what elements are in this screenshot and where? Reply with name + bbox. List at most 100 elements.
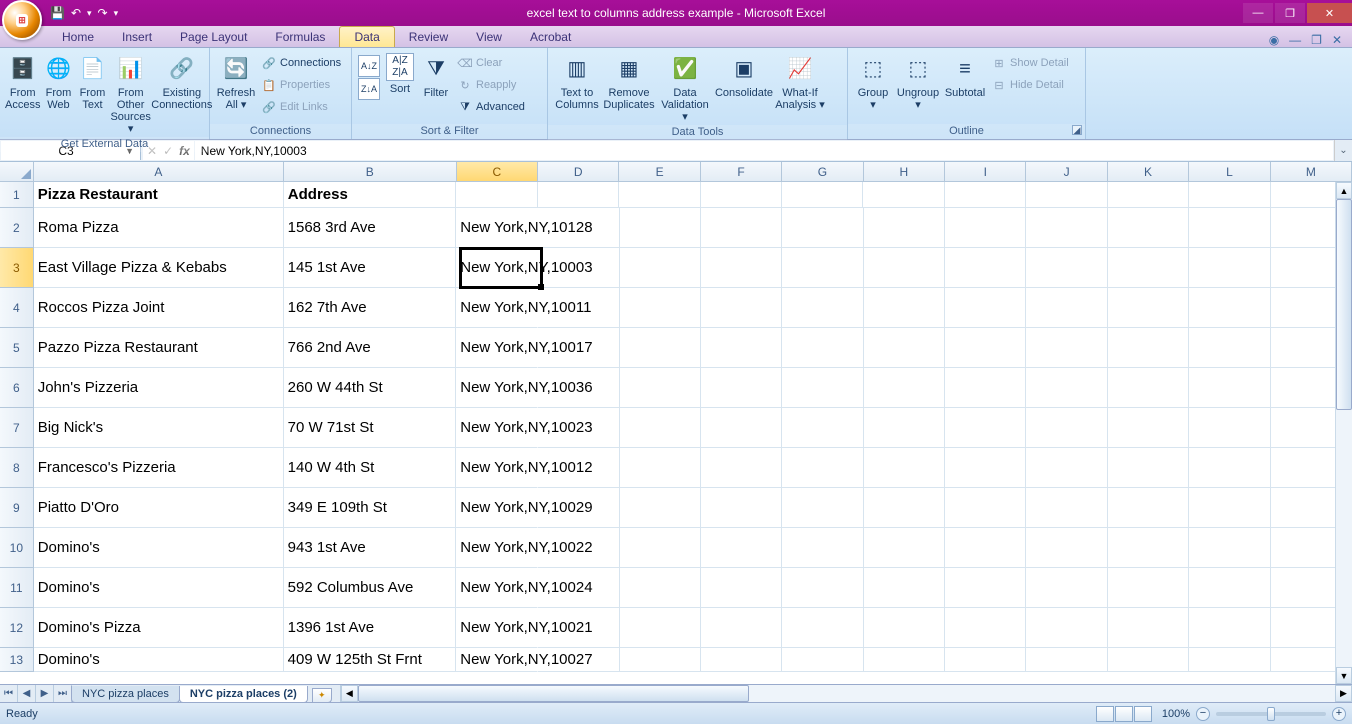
cell-F9[interactable] <box>701 488 782 528</box>
cell-D13[interactable] <box>538 648 619 672</box>
col-header-M[interactable]: M <box>1271 162 1352 181</box>
cell-J9[interactable] <box>1026 488 1107 528</box>
cell-J11[interactable] <box>1026 568 1107 608</box>
scroll-up-button[interactable]: ▲ <box>1336 182 1352 199</box>
cell-J8[interactable] <box>1026 448 1107 488</box>
spreadsheet-grid[interactable]: A B C D E F G H I J K L M 1Pizza Restaur… <box>0 162 1352 684</box>
cell-F2[interactable] <box>701 208 782 248</box>
cell-J10[interactable] <box>1026 528 1107 568</box>
remove-duplicates-button[interactable]: ▦Remove Duplicates <box>602 51 656 113</box>
cell-E3[interactable] <box>620 248 701 288</box>
cell-J3[interactable] <box>1026 248 1107 288</box>
cell-K7[interactable] <box>1108 408 1189 448</box>
cell-B9[interactable]: 349 E 109th St <box>284 488 457 528</box>
cell-B10[interactable]: 943 1st Ave <box>284 528 457 568</box>
cell-J1[interactable] <box>1026 182 1107 208</box>
cell-D8[interactable] <box>538 448 619 488</box>
col-header-C[interactable]: C <box>457 162 538 181</box>
view-page-layout-button[interactable] <box>1115 706 1133 722</box>
qat-undo-icon[interactable]: ↶ <box>71 6 81 20</box>
from-access-button[interactable]: 🗄️From Access <box>4 51 41 113</box>
close-button[interactable]: ✕ <box>1307 3 1352 23</box>
cell-J12[interactable] <box>1026 608 1107 648</box>
cell-L1[interactable] <box>1189 182 1270 208</box>
cell-D5[interactable] <box>538 328 619 368</box>
cell-L11[interactable] <box>1189 568 1270 608</box>
cell-C11[interactable]: New York,NY,10024 <box>456 568 538 608</box>
cell-G9[interactable] <box>782 488 863 528</box>
tab-review[interactable]: Review <box>395 27 462 47</box>
cell-G3[interactable] <box>782 248 863 288</box>
subtotal-button[interactable]: ≡Subtotal <box>942 51 988 101</box>
cell-B3[interactable]: 145 1st Ave <box>284 248 457 288</box>
minimize-ribbon-icon[interactable]: — <box>1289 33 1301 47</box>
cell-C8[interactable]: New York,NY,10012 <box>456 448 538 488</box>
cell-J4[interactable] <box>1026 288 1107 328</box>
cell-E12[interactable] <box>620 608 701 648</box>
cell-D6[interactable] <box>538 368 619 408</box>
tab-data[interactable]: Data <box>339 26 394 47</box>
sheet-nav-last-icon[interactable]: ⏭ <box>54 685 72 702</box>
cell-J2[interactable] <box>1026 208 1107 248</box>
new-sheet-button[interactable]: ✦ <box>312 688 332 703</box>
sheet-nav-prev-icon[interactable]: ◀ <box>18 685 36 702</box>
row-header-6[interactable]: 6 <box>0 368 34 408</box>
cell-G12[interactable] <box>782 608 863 648</box>
cell-I8[interactable] <box>945 448 1026 488</box>
connections-button[interactable]: 🔗Connections <box>262 53 341 73</box>
cell-G8[interactable] <box>782 448 863 488</box>
cell-F3[interactable] <box>701 248 782 288</box>
cell-L6[interactable] <box>1189 368 1270 408</box>
cell-L8[interactable] <box>1189 448 1270 488</box>
close-workbook-icon[interactable]: ✕ <box>1332 33 1342 47</box>
what-if-button[interactable]: 📈What-If Analysis ▾ <box>774 51 826 113</box>
col-header-L[interactable]: L <box>1189 162 1270 181</box>
cell-K9[interactable] <box>1108 488 1189 528</box>
view-page-break-button[interactable] <box>1134 706 1152 722</box>
cell-H10[interactable] <box>864 528 945 568</box>
cell-F6[interactable] <box>701 368 782 408</box>
cell-A7[interactable]: Big Nick's <box>34 408 284 448</box>
from-text-button[interactable]: 📄From Text <box>75 51 109 113</box>
cell-I10[interactable] <box>945 528 1026 568</box>
cell-F8[interactable] <box>701 448 782 488</box>
cell-E7[interactable] <box>620 408 701 448</box>
cell-D2[interactable] <box>538 208 619 248</box>
cell-D3[interactable] <box>538 248 619 288</box>
zoom-level[interactable]: 100% <box>1162 708 1190 720</box>
cell-G2[interactable] <box>782 208 863 248</box>
cell-I3[interactable] <box>945 248 1026 288</box>
qat-redo-icon[interactable]: ↷ <box>98 6 108 20</box>
cell-B12[interactable]: 1396 1st Ave <box>284 608 457 648</box>
formula-input[interactable] <box>201 144 1327 158</box>
cell-C13[interactable]: New York,NY,10027 <box>456 648 538 672</box>
sort-asc-button[interactable]: A↓Z <box>358 55 380 77</box>
advanced-filter-button[interactable]: ⧩Advanced <box>458 97 525 117</box>
cell-C2[interactable]: New York,NY,10128 <box>456 208 538 248</box>
cell-H7[interactable] <box>864 408 945 448</box>
cell-E10[interactable] <box>620 528 701 568</box>
row-header-7[interactable]: 7 <box>0 408 34 448</box>
qat-save-icon[interactable]: 💾 <box>50 6 65 20</box>
row-header-2[interactable]: 2 <box>0 208 34 248</box>
cell-E5[interactable] <box>620 328 701 368</box>
cell-K4[interactable] <box>1108 288 1189 328</box>
expand-formula-bar-icon[interactable]: ⌄ <box>1334 140 1352 161</box>
cell-B2[interactable]: 1568 3rd Ave <box>284 208 457 248</box>
cell-G11[interactable] <box>782 568 863 608</box>
col-header-B[interactable]: B <box>284 162 457 181</box>
cell-E4[interactable] <box>620 288 701 328</box>
sheet-nav-next-icon[interactable]: ▶ <box>36 685 54 702</box>
cell-F11[interactable] <box>701 568 782 608</box>
row-header-12[interactable]: 12 <box>0 608 34 648</box>
horizontal-scrollbar[interactable]: ◀ ▶ <box>340 685 1352 702</box>
cell-H8[interactable] <box>864 448 945 488</box>
cell-J7[interactable] <box>1026 408 1107 448</box>
col-header-J[interactable]: J <box>1026 162 1107 181</box>
tab-formulas[interactable]: Formulas <box>261 27 339 47</box>
cell-A12[interactable]: Domino's Pizza <box>34 608 284 648</box>
sheet-tab-0[interactable]: NYC pizza places <box>71 686 180 703</box>
tab-page-layout[interactable]: Page Layout <box>166 27 261 47</box>
cell-H11[interactable] <box>864 568 945 608</box>
col-header-K[interactable]: K <box>1108 162 1189 181</box>
